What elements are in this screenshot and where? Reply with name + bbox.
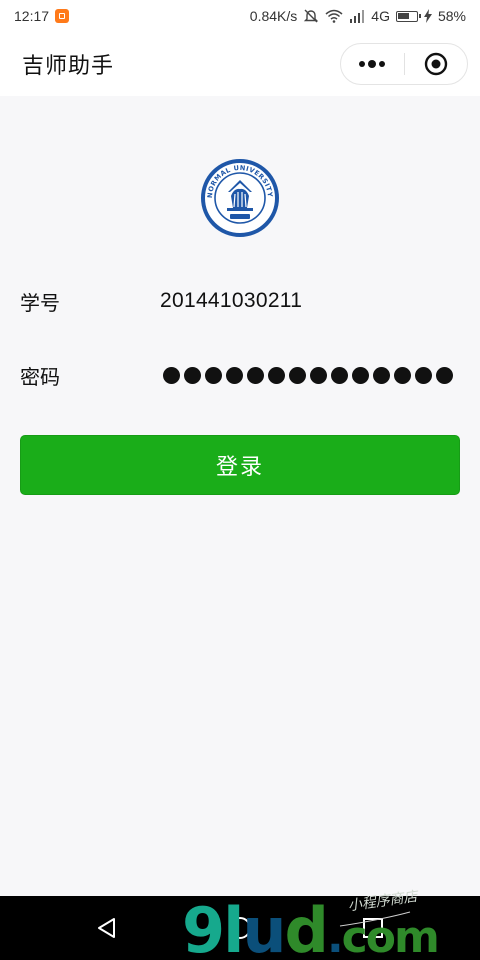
password-label: 密码 (20, 364, 60, 389)
password-mask-dot (352, 366, 369, 384)
recent-apps-button[interactable] (355, 910, 391, 946)
password-mask-dot (310, 366, 327, 384)
battery-icon (395, 10, 421, 22)
status-left: 12:17 (14, 8, 70, 24)
university-seal-icon: JILIN NORMAL UNIVERSITY 1958 (200, 158, 279, 237)
wifi-icon (325, 9, 343, 23)
status-right: 0.84K/s 4G 58% (250, 8, 466, 24)
nav-bar: 吉师助手 (0, 32, 480, 96)
password-mask-dot (331, 366, 348, 384)
login-page: JILIN NORMAL UNIVERSITY 1958 学号 20144103… (0, 96, 480, 896)
password-mask-dot (289, 366, 306, 384)
signal-icon (350, 9, 365, 23)
password-mask-dot (184, 366, 201, 384)
mute-icon (304, 9, 319, 23)
student-id-row: 学号 201441030211 (20, 281, 460, 321)
status-bar: 12:17 0.84K/s 4G 58% (0, 0, 480, 32)
login-button[interactable]: 登录 (20, 435, 460, 495)
recent-square-icon (363, 918, 383, 938)
system-navigation-bar (0, 896, 480, 960)
network-type: 4G (371, 8, 390, 24)
app-notification-icon (55, 9, 70, 23)
password-mask-dot (163, 366, 180, 384)
home-button[interactable] (222, 910, 258, 946)
password-row: 密码 (20, 355, 460, 395)
password-mask-dot (226, 366, 243, 384)
close-mini-program-button[interactable] (405, 44, 468, 84)
target-circle-icon (424, 52, 447, 76)
home-circle-icon (229, 917, 251, 939)
password-input[interactable] (163, 366, 453, 384)
more-menu-button[interactable] (341, 44, 404, 84)
student-id-input[interactable]: 201441030211 (160, 289, 302, 313)
student-id-label: 学号 (20, 290, 60, 315)
password-mask-dot (373, 366, 390, 384)
mini-program-capsule (340, 43, 468, 85)
battery-percent: 58% (437, 8, 466, 24)
password-mask-dot (394, 366, 411, 384)
password-mask-dot (247, 366, 264, 384)
back-button[interactable] (89, 910, 125, 946)
password-mask-dot (268, 366, 285, 384)
status-time: 12:17 (14, 8, 50, 24)
password-mask-dot (415, 366, 432, 384)
back-triangle-icon (98, 918, 115, 938)
page-title: 吉师助手 (22, 54, 115, 79)
password-mask-dot (436, 366, 453, 384)
network-speed: 0.84K/s (249, 8, 298, 24)
more-dots-icon (359, 60, 386, 68)
charging-icon (423, 9, 432, 23)
password-mask-dot (205, 366, 222, 384)
